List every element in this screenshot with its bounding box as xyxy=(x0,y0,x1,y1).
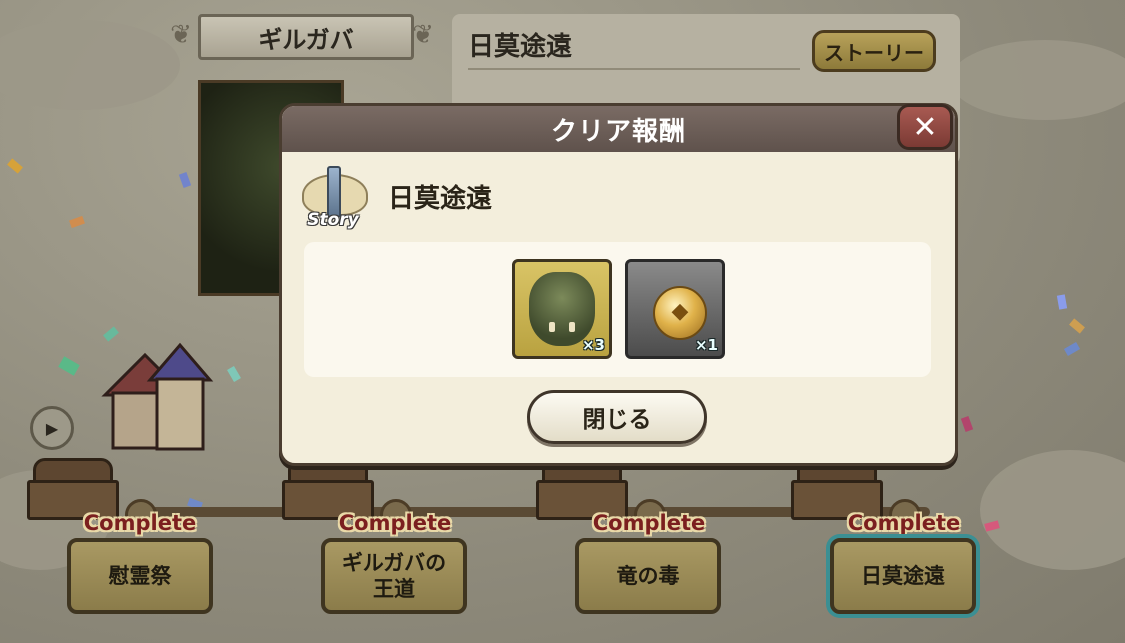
close-button[interactable]: 閉じる xyxy=(527,390,707,444)
character-name-plate: ギルガバ xyxy=(198,14,414,60)
complete-badge: Complete xyxy=(847,511,961,535)
treasure-chest-icon[interactable] xyxy=(27,458,119,520)
reward-quest-name: 日莫途遠 xyxy=(388,184,493,214)
complete-badge: Complete xyxy=(83,511,197,535)
complete-badge: Complete xyxy=(592,511,706,535)
treasure-chest-icon[interactable] xyxy=(791,458,883,520)
village-house-icon xyxy=(101,342,214,451)
story-emblem-icon: Story xyxy=(300,166,368,234)
stage-button[interactable]: ギルガバの王道 xyxy=(321,538,467,614)
complete-badge: Complete xyxy=(338,511,452,535)
ornament-icon: ❦ xyxy=(412,20,434,50)
ornament-icon: ❦ xyxy=(170,20,192,50)
orc-portrait-icon[interactable]: ×3 xyxy=(512,259,612,359)
stage-button[interactable]: 竜の毒 xyxy=(575,538,721,614)
quest-title: 日莫途遠 xyxy=(468,32,573,62)
reward-list: ×3 ◆ ×1 xyxy=(304,242,931,377)
stage-button[interactable]: 慰霊祭 xyxy=(67,538,213,614)
story-button[interactable]: ストーリー xyxy=(812,30,936,72)
treasure-chest-icon[interactable] xyxy=(536,458,628,520)
movie-icon[interactable]: ▶ xyxy=(30,406,74,450)
treasure-chest-icon[interactable] xyxy=(282,458,374,520)
clear-reward-dialog: クリア報酬 Story 日莫途遠 ×3 ◆ ×1 閉じる xyxy=(279,103,958,466)
dialog-title: クリア報酬 xyxy=(282,106,955,152)
gold-coin-icon[interactable]: ◆ ×1 xyxy=(625,259,725,359)
cloud xyxy=(950,40,1125,120)
close-icon[interactable]: ✕ xyxy=(897,104,953,150)
divider xyxy=(468,68,800,70)
reward-quantity: ×3 xyxy=(581,336,605,354)
story-emblem-label: Story xyxy=(307,210,359,230)
stage-button-current[interactable]: 日莫途遠 xyxy=(830,538,976,614)
reward-quantity: ×1 xyxy=(694,336,718,354)
